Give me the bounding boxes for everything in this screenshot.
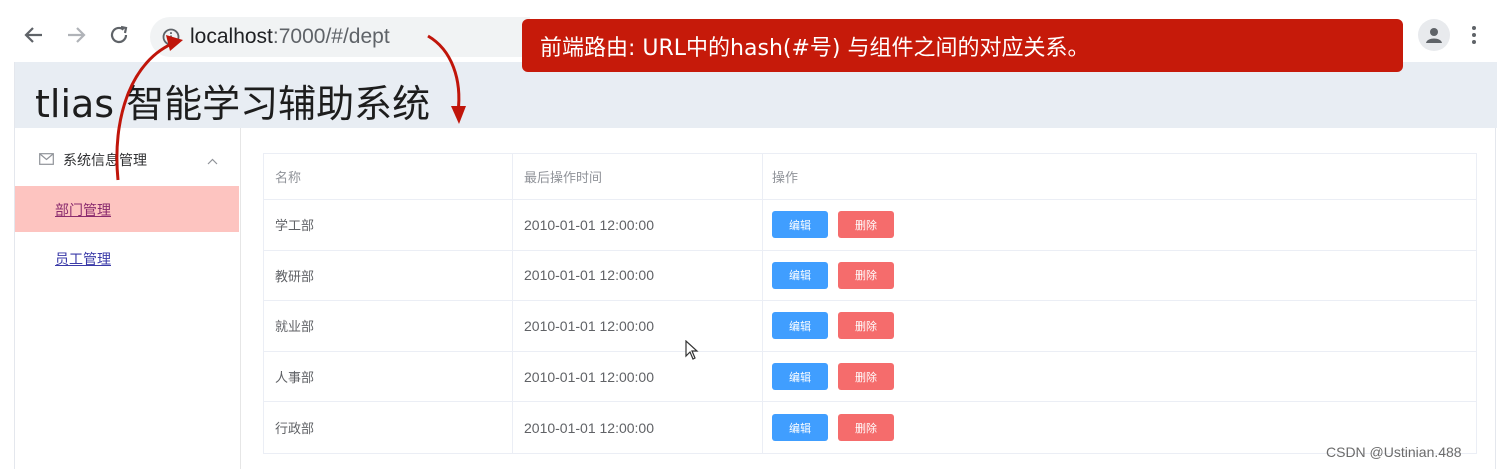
cell-time: 2010-01-01 12:00:00 <box>513 200 763 250</box>
profile-icon[interactable] <box>1418 19 1450 51</box>
edit-button[interactable]: 编辑 <box>772 363 828 391</box>
edit-button[interactable]: 编辑 <box>772 211 828 239</box>
delete-button[interactable]: 删除 <box>838 261 894 289</box>
table-row: 教研部 2010-01-01 12:00:00 编辑 删除 <box>264 250 1476 302</box>
sidebar-item-label[interactable]: 员工管理 <box>55 249 111 269</box>
cell-actions: 编辑 删除 <box>763 200 1476 250</box>
delete-button[interactable]: 删除 <box>838 211 894 239</box>
cell-name: 教研部 <box>264 250 513 301</box>
cell-actions: 编辑 删除 <box>763 251 1476 301</box>
submenu-label: 系统信息管理 <box>63 153 147 169</box>
table-row: 人事部 2010-01-01 12:00:00 编辑 删除 <box>264 351 1476 403</box>
more-menu-icon[interactable] <box>1466 22 1482 48</box>
chevron-up-icon <box>207 152 218 170</box>
cell-name: 人事部 <box>264 351 513 402</box>
cell-name: 学工部 <box>264 200 513 250</box>
column-header-actions: 操作 <box>772 171 799 186</box>
edit-button[interactable]: 编辑 <box>772 261 828 289</box>
site-info-icon[interactable] <box>162 28 180 51</box>
dept-table: 名称 最后操作时间 操作 学工部 2010-01-01 12:00:00 编辑 … <box>263 153 1477 454</box>
delete-button[interactable]: 删除 <box>838 414 894 442</box>
table-row: 就业部 2010-01-01 12:00:00 编辑 删除 <box>264 301 1476 352</box>
table-header: 名称 最后操作时间 操作 <box>264 154 1476 200</box>
edit-button[interactable]: 编辑 <box>772 312 828 340</box>
delete-button[interactable]: 删除 <box>838 363 894 391</box>
cell-time: 2010-01-01 12:00:00 <box>513 402 763 453</box>
cell-actions: 编辑 删除 <box>763 301 1476 351</box>
reload-icon[interactable] <box>106 22 132 48</box>
cell-time: 2010-01-01 12:00:00 <box>513 301 763 351</box>
url-text: localhost:7000/#/dept <box>190 25 390 49</box>
url-path: :7000/#/dept <box>272 25 390 48</box>
table-row: 行政部 2010-01-01 12:00:00 编辑 删除 <box>264 402 1476 453</box>
mail-icon <box>39 152 54 170</box>
cell-time: 2010-01-01 12:00:00 <box>513 351 763 402</box>
address-bar[interactable]: localhost:7000/#/dept <box>150 17 530 57</box>
cell-actions: 编辑 删除 <box>763 352 1476 402</box>
mouse-cursor-icon <box>685 339 699 365</box>
sidebar-item-dept[interactable]: 部门管理 <box>15 186 239 232</box>
sidebar: 系统信息管理 部门管理 员工管理 <box>15 128 241 469</box>
column-header-name: 名称 <box>264 154 513 199</box>
submenu-system-info[interactable]: 系统信息管理 <box>15 138 241 178</box>
sidebar-item-label[interactable]: 部门管理 <box>55 200 111 220</box>
cell-name: 行政部 <box>264 402 513 453</box>
url-host: localhost <box>190 25 273 48</box>
cell-time: 2010-01-01 12:00:00 <box>513 250 763 301</box>
delete-button[interactable]: 删除 <box>838 312 894 340</box>
table-row: 学工部 2010-01-01 12:00:00 编辑 删除 <box>264 200 1476 251</box>
app-container: tlias 智能学习辅助系统 系统信息管理 部门管理 员工管理 名称 最后操作时… <box>14 62 1497 469</box>
annotation-banner: 前端路由: URL中的hash(#号) 与组件之间的对应关系。 <box>522 19 1403 72</box>
column-header-time: 最后操作时间 <box>513 154 763 199</box>
forward-arrow-icon[interactable] <box>63 22 89 48</box>
back-arrow-icon[interactable] <box>21 22 47 48</box>
edit-button[interactable]: 编辑 <box>772 414 828 442</box>
cell-name: 就业部 <box>264 301 513 351</box>
sidebar-item-emp[interactable]: 员工管理 <box>15 235 239 281</box>
app-title: tlias 智能学习辅助系统 <box>35 82 431 126</box>
watermark: CSDN @Ustinian.488 <box>1326 444 1462 460</box>
